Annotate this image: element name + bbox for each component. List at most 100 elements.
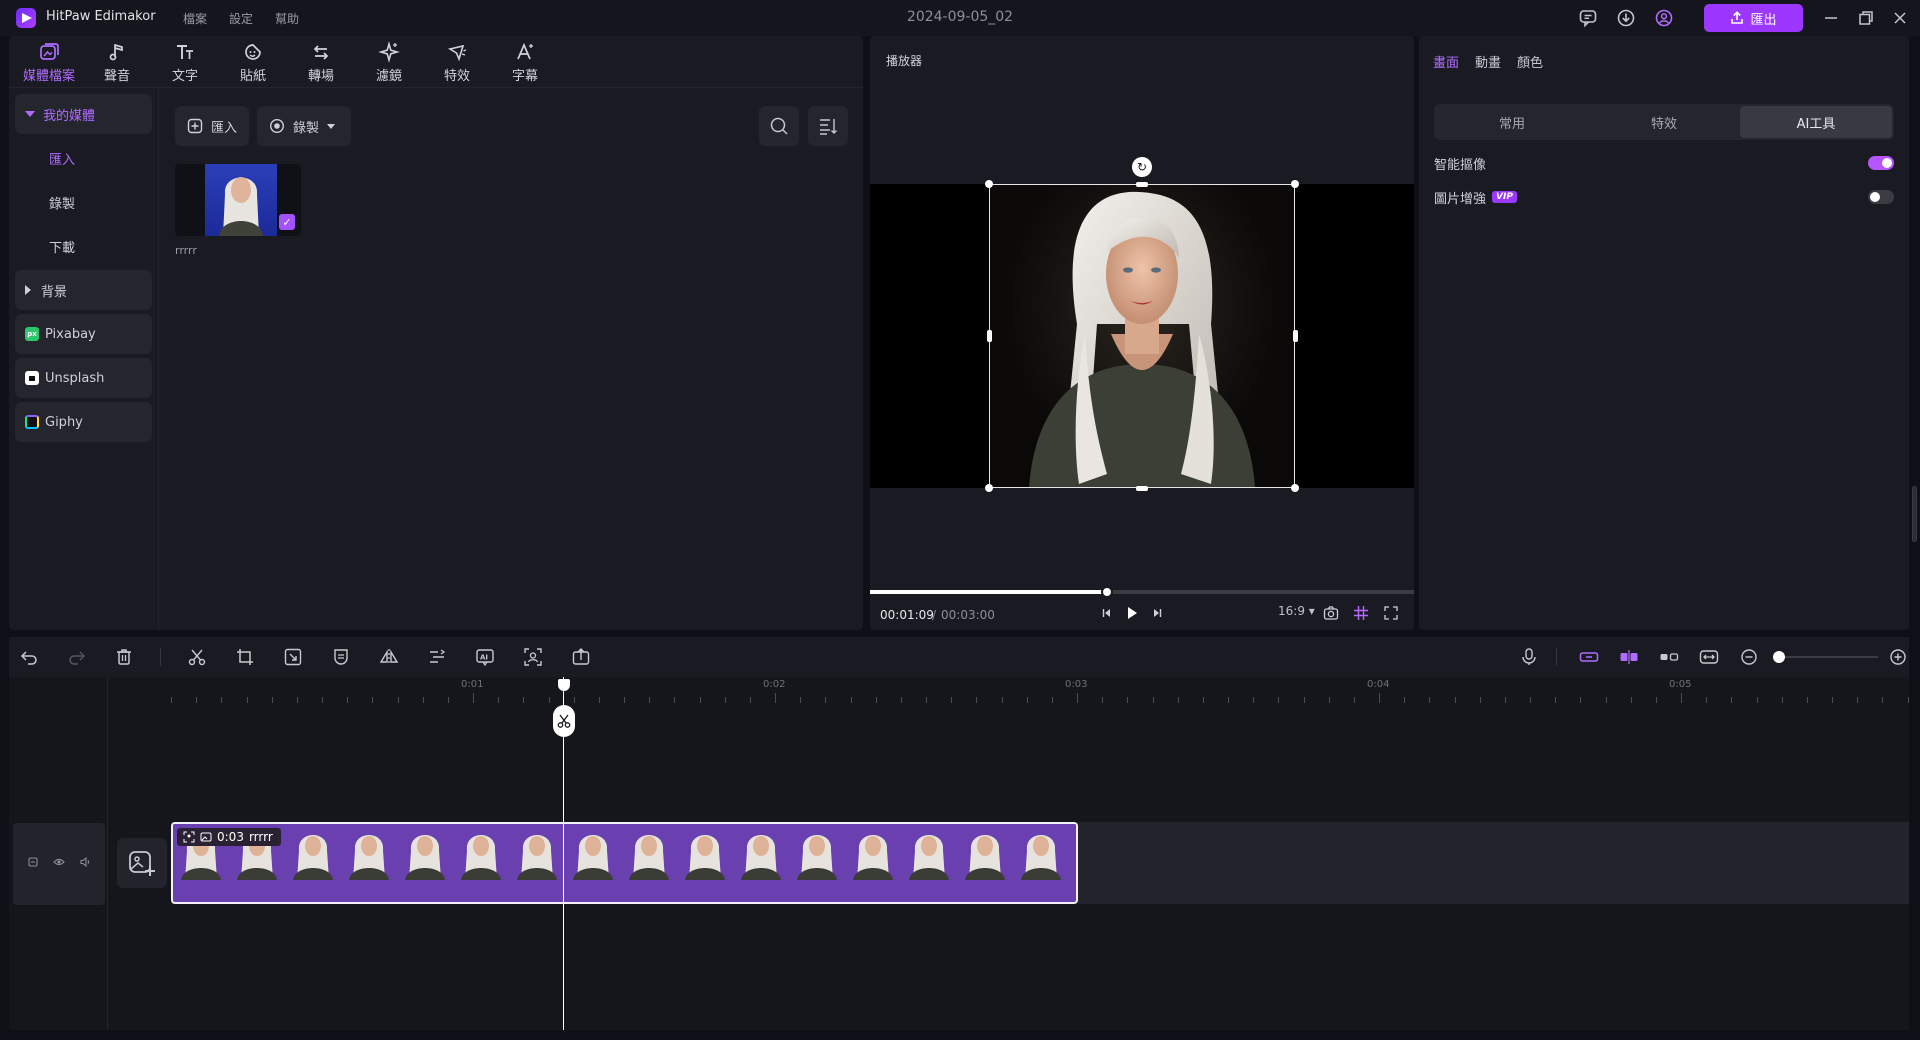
tab-text[interactable]: 文字 — [151, 36, 219, 88]
sort-button[interactable] — [808, 106, 848, 146]
smart-cutout-toggle[interactable] — [1868, 156, 1894, 170]
link-clips-icon[interactable] — [1578, 646, 1600, 668]
ruler-tick — [649, 697, 651, 703]
close-icon[interactable] — [1890, 8, 1910, 28]
split-track-icon[interactable] — [1658, 646, 1680, 668]
resize-handle-bottom[interactable] — [1136, 486, 1148, 491]
crop-icon[interactable] — [234, 646, 256, 668]
progress-knob[interactable] — [1100, 586, 1113, 598]
tab-subtitle[interactable]: 字幕 — [491, 36, 559, 88]
playhead-split-icon[interactable] — [553, 705, 575, 737]
delete-icon[interactable] — [113, 646, 135, 668]
tab-sticker[interactable]: 貼紙 — [219, 36, 287, 88]
menu-settings[interactable]: 設定 — [229, 10, 253, 27]
search-button[interactable] — [759, 106, 799, 146]
tab-media[interactable]: 媒體檔案 — [15, 36, 83, 88]
tab-color[interactable]: 顏色 — [1517, 52, 1543, 71]
zoom-out-icon[interactable] — [1738, 646, 1760, 668]
playhead-handle[interactable] — [558, 679, 570, 691]
speed-icon[interactable] — [426, 646, 448, 668]
ruler-tick — [1832, 697, 1833, 703]
aspect-ratio-dropdown[interactable]: 16:9 ▾ — [1278, 604, 1315, 618]
add-square-icon — [187, 118, 203, 134]
ruler-tick — [1605, 697, 1607, 703]
clip-frame-thumbnail — [453, 824, 509, 880]
previous-frame-icon[interactable] — [1096, 602, 1118, 624]
extract-audio-icon[interactable] — [570, 646, 592, 668]
seg-ai-tools[interactable]: AI工具 — [1740, 106, 1892, 138]
menu-file[interactable]: 檔案 — [183, 10, 207, 27]
mask-icon[interactable] — [330, 646, 352, 668]
ai-tool-icon[interactable]: AI — [474, 646, 496, 668]
nav-pixabay[interactable]: px Pixabay — [15, 314, 152, 354]
seg-effects[interactable]: 特效 — [1588, 106, 1740, 138]
next-frame-icon[interactable] — [1146, 602, 1168, 624]
resize-handle-bottom-left[interactable] — [985, 484, 993, 492]
selected-check-icon[interactable]: ✓ — [279, 214, 295, 230]
resize-handle-bottom-right[interactable] — [1291, 484, 1299, 492]
export-button[interactable]: 匯出 — [1704, 4, 1803, 32]
fit-timeline-icon[interactable] — [1698, 646, 1720, 668]
ruler-tick — [850, 697, 852, 703]
play-icon[interactable] — [1121, 602, 1143, 624]
nav-unsplash[interactable]: Unsplash — [15, 358, 152, 398]
ruler-tick — [1882, 697, 1884, 703]
fullscreen-icon[interactable] — [1380, 602, 1402, 624]
tab-canvas[interactable]: 畫面 — [1433, 52, 1459, 71]
tab-audio[interactable]: 聲音 — [83, 36, 151, 88]
timeline-clip[interactable]: 0:03 rrrrr — [171, 822, 1078, 904]
playback-progress-bar[interactable] — [870, 586, 1414, 598]
ruler-tick — [1353, 697, 1355, 703]
tab-animation[interactable]: 動畫 — [1475, 52, 1501, 71]
microphone-icon[interactable] — [1518, 646, 1540, 668]
export-icon — [1731, 11, 1744, 24]
zoom-slider[interactable] — [1778, 656, 1878, 658]
record-dropdown[interactable]: 錄製 — [257, 106, 351, 146]
undo-icon[interactable] — [18, 646, 40, 668]
menu-help[interactable]: 幫助 — [275, 10, 299, 27]
image-enhance-toggle[interactable] — [1868, 190, 1894, 204]
restore-icon[interactable] — [1856, 8, 1876, 28]
resize-handle-top-right[interactable] — [1291, 180, 1299, 188]
zoom-in-icon[interactable] — [1887, 646, 1909, 668]
nav-background[interactable]: 背景 — [15, 270, 152, 310]
grid-icon[interactable] — [1350, 602, 1372, 624]
import-button[interactable]: 匯入 — [175, 106, 249, 146]
snapshot-icon[interactable] — [1320, 602, 1342, 624]
tab-transition[interactable]: 轉場 — [287, 36, 355, 88]
magnetic-snap-icon[interactable] — [1618, 646, 1640, 668]
media-thumbnail[interactable]: ✓ — [175, 164, 301, 236]
minimize-icon[interactable] — [1821, 8, 1841, 28]
feedback-icon[interactable] — [1578, 8, 1598, 28]
face-detect-icon[interactable] — [522, 646, 544, 668]
split-scissors-icon[interactable] — [186, 646, 208, 668]
account-icon[interactable] — [1654, 8, 1674, 28]
seg-common[interactable]: 常用 — [1436, 106, 1588, 138]
timeline-ruler[interactable]: 0:01 0:02 0:03 0:04 0:05 — [171, 677, 1909, 703]
nav-my-media[interactable]: 我的媒體 — [15, 94, 152, 134]
nav-giphy[interactable]: Giphy — [15, 402, 152, 442]
resize-handle-left[interactable] — [987, 330, 992, 342]
redo-icon[interactable] — [66, 646, 88, 668]
resize-handle-top[interactable] — [1136, 182, 1148, 187]
download-icon[interactable] — [1616, 8, 1636, 28]
nav-record[interactable]: 錄製 — [15, 182, 152, 222]
resize-handle-right[interactable] — [1293, 330, 1298, 342]
nav-download[interactable]: 下載 — [15, 226, 152, 266]
track-audio-speaker-icon[interactable] — [79, 856, 91, 872]
tab-effects[interactable]: 特效 — [423, 36, 491, 88]
timeline-toolbar: AI — [9, 637, 1909, 677]
freeze-frame-icon[interactable] — [282, 646, 304, 668]
resize-handle-top-left[interactable] — [985, 180, 993, 188]
tab-filter[interactable]: 濾鏡 — [355, 36, 423, 88]
tab-transition-label: 轉場 — [307, 68, 334, 84]
side-scroll-handle[interactable] — [1912, 486, 1917, 542]
nav-import[interactable]: 匯入 — [15, 138, 152, 178]
add-media-to-track-button[interactable] — [117, 838, 167, 888]
transform-box[interactable] — [989, 184, 1295, 488]
mirror-icon[interactable] — [378, 646, 400, 668]
track-visibility-eye-icon[interactable] — [53, 856, 65, 872]
zoom-slider-knob[interactable] — [1773, 651, 1785, 663]
rotate-icon[interactable]: ↻ — [1132, 157, 1152, 177]
track-lock-icon[interactable] — [27, 856, 39, 872]
